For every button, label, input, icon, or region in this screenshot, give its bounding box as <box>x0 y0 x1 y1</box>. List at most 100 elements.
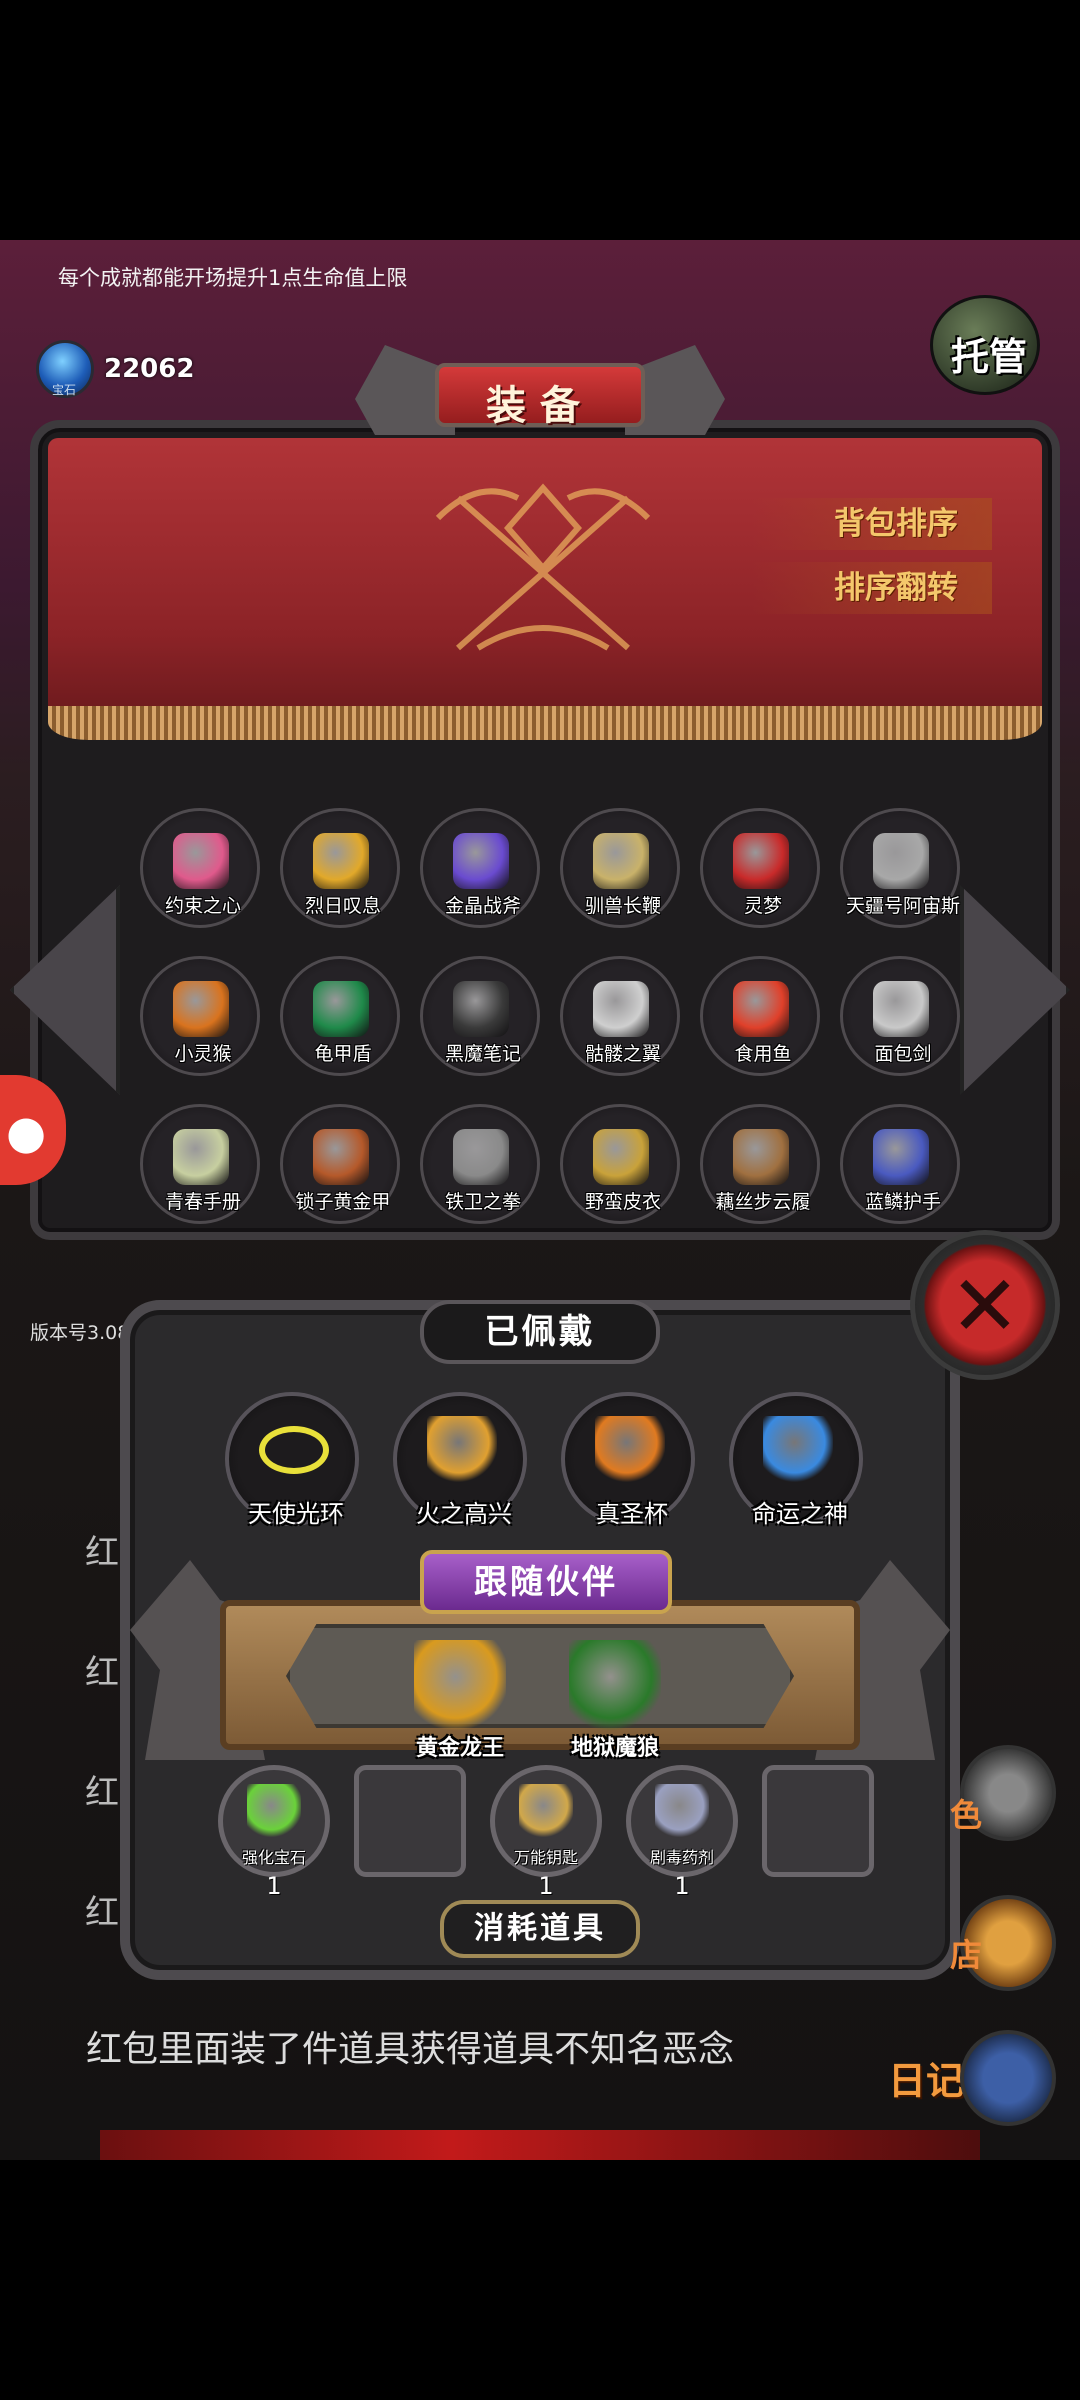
diary-book-button[interactable] <box>960 2030 1056 2126</box>
consumable-slot[interactable]: 剧毒药剂 1 <box>626 1765 738 1900</box>
pet-frame-inner <box>286 1624 794 1728</box>
gem-counter: 宝石 22062 <box>34 340 214 400</box>
blue-gauntlet-icon <box>873 1129 929 1185</box>
consumable-count: 1 <box>538 1872 554 1900</box>
bottom-red-strip <box>100 2130 980 2160</box>
equipped-title: 已佩戴 <box>484 1312 596 1352</box>
blue-gem-icon: 宝石 <box>36 340 94 398</box>
equipped-item-label: 命运之神 <box>752 1500 848 1528</box>
consumables-title-plate: 消耗道具 <box>440 1900 640 1958</box>
coiled-whip-icon <box>593 833 649 889</box>
leopard-vest-icon <box>593 1129 649 1185</box>
green-gem-icon <box>247 1784 301 1838</box>
inventory-item-label: 蓝鳞护手 <box>864 1191 941 1213</box>
log-line: 红 <box>85 1773 119 1813</box>
inventory-item-label: 驯兽长鞭 <box>584 895 661 917</box>
inventory-item-label: 天疆号阿宙斯 <box>845 895 960 917</box>
gem-label: 宝石 <box>52 383 77 397</box>
iron-gauntlet-icon <box>453 1129 509 1185</box>
inventory-item-label: 铁卫之拳 <box>444 1191 521 1213</box>
inventory-item-label: 龟甲盾 <box>314 1043 372 1065</box>
version-text: 版本号3.08 <box>30 1322 130 1344</box>
consumable-label: 强化宝石 <box>241 1848 306 1867</box>
golden-dragon-icon <box>414 1640 506 1732</box>
inventory-slot[interactable]: 灵梦 <box>700 808 820 928</box>
bread-sword-icon <box>873 981 929 1037</box>
equipped-slot[interactable]: 天使光环 <box>225 1392 359 1528</box>
inventory-slot[interactable]: 约束之心 <box>140 808 260 928</box>
inventory-item-label: 金晶战斧 <box>444 895 521 917</box>
inventory-slot[interactable]: 龟甲盾 <box>280 956 400 1076</box>
goldfish-icon <box>733 981 789 1037</box>
diary-label: 日记 <box>888 2059 965 2103</box>
equipped-slot[interactable]: 命运之神 <box>729 1392 863 1528</box>
inventory-slot[interactable]: 面包剑 <box>840 956 960 1076</box>
inventory-slot[interactable]: 黑魔笔记 <box>420 956 540 1076</box>
inventory-item-label: 黑魔笔记 <box>444 1043 521 1065</box>
inventory-slot[interactable]: 铁卫之拳 <box>420 1104 540 1224</box>
equipped-slot[interactable]: 火之高兴 <box>393 1392 527 1528</box>
consumable-label: 万能钥匙 <box>513 1848 578 1867</box>
mech-robot-icon <box>873 833 929 889</box>
crossed-swords-crest-icon <box>435 483 651 651</box>
inventory-slot[interactable]: 驯兽长鞭 <box>560 808 680 928</box>
equipped-item-label: 火之高兴 <box>416 1500 512 1528</box>
empty-consumable-slot[interactable] <box>354 1765 466 1877</box>
consumable-slot[interactable]: 万能钥匙 1 <box>490 1765 602 1900</box>
inventory-slot[interactable]: 锁子黄金甲 <box>280 1104 400 1224</box>
close-icon: ✕ <box>949 1257 1021 1355</box>
inventory-slot[interactable]: 烈日叹息 <box>280 808 400 928</box>
consumable-slot[interactable]: 强化宝石 1 <box>218 1765 330 1900</box>
consumable-count: 1 <box>674 1872 690 1900</box>
pink-heart-orb-icon <box>173 833 229 889</box>
inventory-item-label: 食用鱼 <box>734 1043 792 1065</box>
empty-consumable-slot[interactable] <box>762 1765 874 1877</box>
pet-slot[interactable]: 地狱魔狼 <box>555 1640 675 1761</box>
tip-text: 每个成就都能开场提升1点生命值上限 <box>58 266 408 290</box>
black-notebook-icon <box>453 981 509 1037</box>
inventory-slot[interactable]: 天疆号阿宙斯 <box>840 808 960 928</box>
inventory-slot[interactable]: 蓝鳞护手 <box>840 1104 960 1224</box>
shrine-maiden-icon <box>733 833 789 889</box>
inventory-slot[interactable]: 金晶战斧 <box>420 808 540 928</box>
inventory-slot[interactable]: 小灵猴 <box>140 956 260 1076</box>
auto-play-button[interactable]: 托管 <box>930 295 1040 395</box>
tavern-side-label: 店 <box>950 1936 983 1974</box>
purple-axe-icon <box>453 833 509 889</box>
equipment-banner: 背包排序 排序翻转 <box>48 438 1042 740</box>
orange-monkey-icon <box>173 981 229 1037</box>
holy-grail-icon <box>595 1416 665 1482</box>
inventory-item-label: 面包剑 <box>874 1043 932 1065</box>
sort-reverse-button[interactable]: 排序翻转 <box>752 562 992 614</box>
inventory-item-label: 青春手册 <box>164 1191 241 1213</box>
equipment-title-plate: 装备 <box>355 335 725 455</box>
inventory-slot[interactable]: 青春手册 <box>140 1104 260 1224</box>
cloud-boots-icon <box>733 1129 789 1185</box>
inventory-item-label: 灵梦 <box>743 895 782 917</box>
green-book-icon <box>173 1129 229 1185</box>
inventory-slot[interactable]: 藕丝步云履 <box>700 1104 820 1224</box>
blue-amulet-icon <box>763 1416 833 1482</box>
inventory-slot[interactable]: 骷髅之翼 <box>560 956 680 1076</box>
inventory-slot[interactable]: 野蛮皮衣 <box>560 1104 680 1224</box>
inventory-item-label: 骷髅之翼 <box>584 1043 661 1065</box>
inventory-slot[interactable]: 食用鱼 <box>700 956 820 1076</box>
equipped-item-label: 天使光环 <box>248 1500 344 1528</box>
golden-key-icon <box>519 1784 573 1838</box>
pet-slot[interactable]: 黄金龙王 <box>400 1640 520 1761</box>
backpack-sort-button[interactable]: 背包排序 <box>752 498 992 550</box>
log-line: 红 <box>85 1653 119 1693</box>
inventory-item-label: 约束之心 <box>164 895 241 917</box>
banner-fringe <box>48 706 1042 740</box>
pet-label: 地狱魔狼 <box>570 1736 659 1761</box>
pet-title: 跟随伙伴 <box>474 1562 618 1601</box>
consumable-count: 1 <box>266 1872 282 1900</box>
pet-title-plate: 跟随伙伴 <box>420 1550 672 1614</box>
equipped-slot[interactable]: 真圣杯 <box>561 1392 695 1528</box>
close-button[interactable]: ✕ <box>910 1230 1060 1380</box>
equipped-item-label: 真圣杯 <box>596 1500 668 1528</box>
helmet-side-label: 色 <box>950 1796 983 1834</box>
flame-sword-icon <box>427 1416 497 1482</box>
auto-play-label: 托管 <box>951 335 1028 379</box>
log-line: 红 <box>85 1533 119 1573</box>
